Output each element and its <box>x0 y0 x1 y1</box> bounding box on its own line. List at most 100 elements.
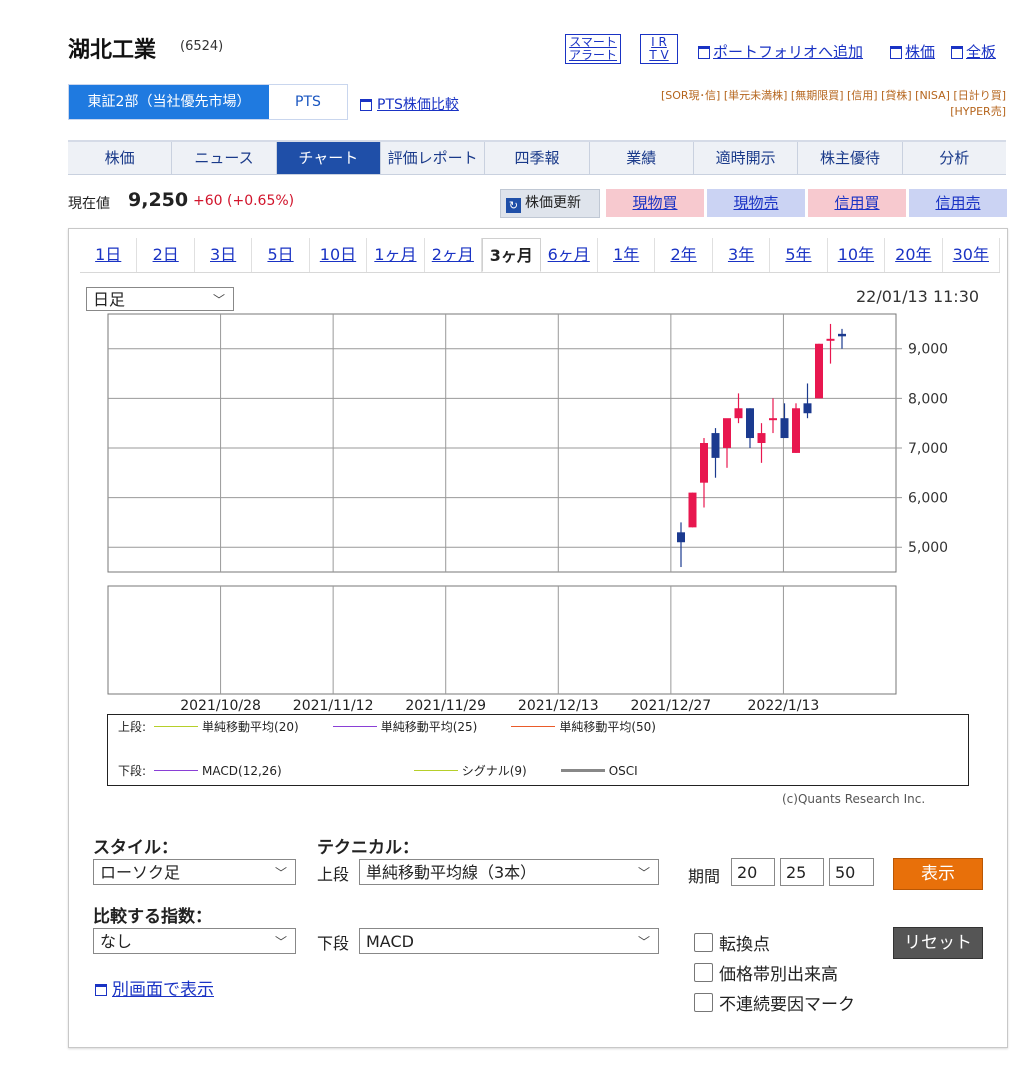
candle-body <box>734 408 743 419</box>
legend-sma20: 単純移動平均(20) <box>202 720 299 734</box>
checkbox-icon[interactable] <box>694 993 713 1012</box>
period-tab[interactable]: 1ヶ月 <box>367 238 425 272</box>
y-tick-label: 9,000 <box>908 342 948 358</box>
pts-compare-link[interactable]: PTS株価比較 <box>360 94 459 114</box>
legend-line-macd <box>154 770 199 771</box>
period-tab[interactable]: 10日 <box>310 238 368 272</box>
x-tick-label: 2021/10/28 <box>180 698 261 714</box>
technical-label: テクニカル： <box>317 838 419 858</box>
candle-body <box>723 418 731 448</box>
sell-margin-button[interactable]: 信用売 <box>909 189 1007 217</box>
tab-shareholder-benefits[interactable]: 株主優待 <box>798 142 903 174</box>
sell-cash-button[interactable]: 現物売 <box>707 189 805 217</box>
smart-alert-button[interactable]: スマート アラート <box>565 34 622 64</box>
tab-stock-price[interactable]: 株価 <box>68 142 173 174</box>
candle-body <box>700 443 708 483</box>
lower-technical-select[interactable]: MACD ﹀ <box>359 928 659 954</box>
y-tick-label: 6,000 <box>908 491 948 507</box>
period-tab[interactable]: 30年 <box>943 238 1000 272</box>
period-tab[interactable]: 20年 <box>885 238 943 272</box>
period-tab[interactable]: 1日 <box>80 238 138 272</box>
legend-line-sma25 <box>332 726 377 727</box>
indicator-plot-frame <box>107 585 897 695</box>
main-plot-frame <box>107 313 897 573</box>
x-tick-label: 2021/12/13 <box>518 698 599 714</box>
period-tab[interactable]: 6ヶ月 <box>541 238 598 272</box>
y-tick-label: 8,000 <box>908 391 948 407</box>
period-tabs: 1日 2日 3日 5日 10日 1ヶ月 2ヶ月 3ヶ月 6ヶ月 1年 2年 3年 5年 10年 20年 30年 <box>80 238 1000 273</box>
candle-body <box>711 433 720 458</box>
main-tabs: 株価 ニュース チャート 評価レポート 四季報 業績 適時開示 株主優待 分析 <box>68 140 1006 175</box>
chart-timestamp: 22/01/13 11:30 <box>856 287 980 306</box>
open-new-window-link[interactable]: 別画面で表示 <box>95 975 214 1000</box>
chart-legend: 上段: 単純移動平均(20) 単純移動平均(25) 単純移動平均(50) 下段:… <box>107 714 969 786</box>
legend-line-sma20 <box>154 726 199 727</box>
window-icon <box>890 46 902 59</box>
tab-disclosure[interactable]: 適時開示 <box>694 142 799 174</box>
x-tick-label: 2021/11/29 <box>405 698 486 714</box>
buy-margin-button[interactable]: 信用買 <box>808 189 906 217</box>
price-chart: 5,000 6,000 7,000 8,000 9,000 2021/10/28 2021/… <box>107 313 948 714</box>
window-icon <box>95 984 107 996</box>
period-tab[interactable]: 10年 <box>828 238 886 272</box>
ir-tv-button[interactable]: I R T V <box>640 34 678 64</box>
tab-news[interactable]: ニュース <box>172 142 277 174</box>
compare-index-label: 比較する指数： <box>93 907 212 927</box>
candle-body <box>826 338 835 341</box>
checkbox-icon[interactable] <box>694 963 713 982</box>
compare-index-select[interactable]: なし ﹀ <box>93 928 296 954</box>
tab-analysis[interactable]: 分析 <box>903 142 1006 174</box>
market-tab-pts[interactable]: PTS <box>269 85 347 119</box>
portfolio-link[interactable]: ポートフォリオへ追加 <box>698 41 863 62</box>
candle-body <box>769 418 777 421</box>
period-tab[interactable]: 3ヶ月 <box>482 238 541 272</box>
period-label: 期間 <box>688 867 721 886</box>
stock-price-link[interactable]: 株価 <box>890 41 935 62</box>
reset-button[interactable]: リセット <box>893 927 983 959</box>
refresh-price-button[interactable]: ↻ 株価更新 <box>500 189 600 218</box>
chevron-down-icon: ﹀ <box>637 935 650 949</box>
period-tab[interactable]: 3年 <box>713 238 771 272</box>
candle-body <box>838 333 846 337</box>
period-tab[interactable]: 2年 <box>655 238 713 272</box>
period-tab[interactable]: 5年 <box>770 238 828 272</box>
candle-body <box>792 408 800 453</box>
candle-body <box>780 418 789 439</box>
window-icon <box>360 99 372 111</box>
tab-rating-report[interactable]: 評価レポート <box>381 142 486 174</box>
period-input-3[interactable]: 50 <box>829 858 874 886</box>
tab-shikiho[interactable]: 四季報 <box>485 142 590 174</box>
tab-chart[interactable]: チャート <box>276 142 381 174</box>
period-tab[interactable]: 3日 <box>195 238 253 272</box>
stock-code: (6524) <box>180 39 224 54</box>
upper-technical-select[interactable]: 単純移動平均線（3本） ﹀ <box>359 859 659 885</box>
checkbox-icon[interactable] <box>694 933 713 952</box>
checkbox-volume-by-price[interactable]: 価格帯別出来高 <box>694 960 838 985</box>
period-tab[interactable]: 1年 <box>598 238 656 272</box>
portfolio-icon <box>698 46 710 59</box>
candle-body <box>746 408 754 439</box>
window-icon <box>951 46 963 59</box>
period-tab[interactable]: 2日 <box>137 238 195 272</box>
period-tab[interactable]: 2ヶ月 <box>425 238 483 272</box>
period-input-1[interactable]: 20 <box>731 858 775 886</box>
legend-line-signal <box>413 770 458 771</box>
x-tick-label: 2021/12/27 <box>631 698 712 714</box>
legend-macd: MACD(12,26) <box>202 763 282 778</box>
checkbox-discontinuity-mark[interactable]: 不連続要因マーク <box>694 990 855 1015</box>
legend-signal: シグナル(9) <box>461 764 527 778</box>
checkbox-turning-point[interactable]: 転換点 <box>694 930 770 955</box>
legend-sma25: 単純移動平均(25) <box>380 720 478 734</box>
full-board-link[interactable]: 全板 <box>951 41 996 62</box>
show-button[interactable]: 表示 <box>893 858 983 890</box>
style-select[interactable]: ローソク足 ﹀ <box>93 859 296 885</box>
x-tick-label: 2022/1/13 <box>748 698 820 714</box>
lower-label: 下段 <box>317 934 350 953</box>
refresh-icon: ↻ <box>506 198 521 213</box>
period-input-2[interactable]: 25 <box>780 858 824 886</box>
market-tab-tse2[interactable]: 東証2部（当社優先市場） <box>69 85 269 119</box>
style-label: スタイル： <box>93 838 178 858</box>
period-tab[interactable]: 5日 <box>252 238 310 272</box>
buy-cash-button[interactable]: 現物買 <box>606 189 704 217</box>
tab-performance[interactable]: 業績 <box>590 142 694 174</box>
